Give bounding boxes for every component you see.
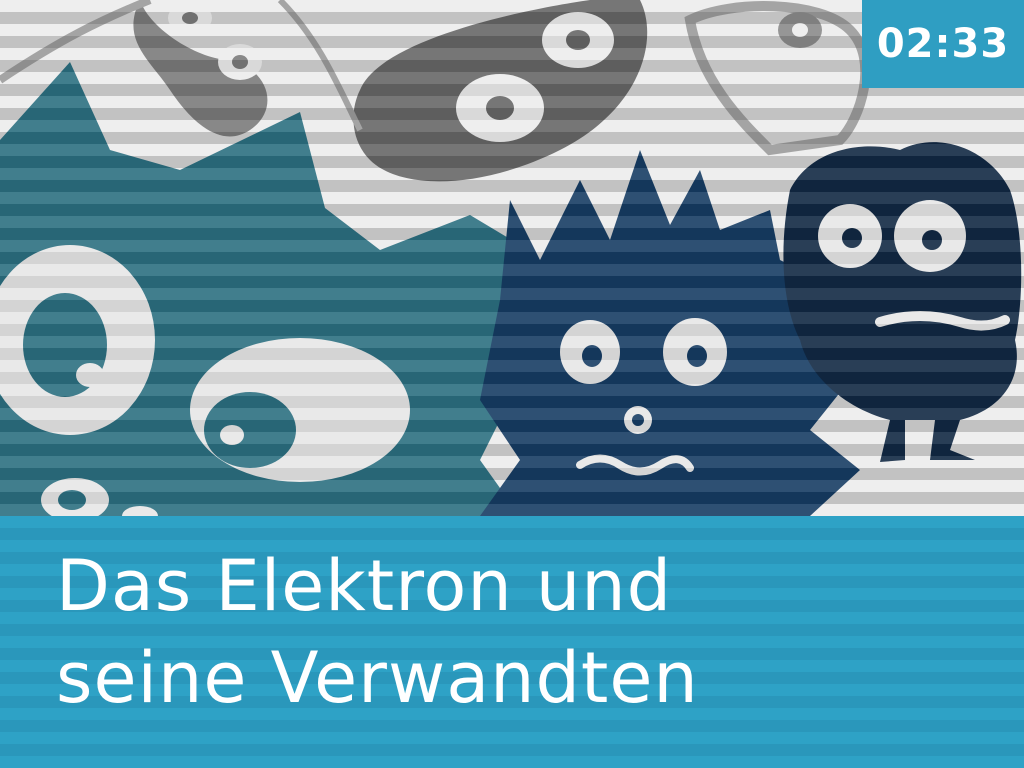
slide-title-line-1: Das Elektron und [56,545,673,627]
slide-title-line-2: seine Verwandten [56,637,699,719]
countdown-timer: 02:33 [862,0,1024,88]
slide-title: Das Elektron und seine Verwandten [56,540,986,724]
slide: 02:33 Das Elektron und seine Verwandten [0,0,1024,768]
